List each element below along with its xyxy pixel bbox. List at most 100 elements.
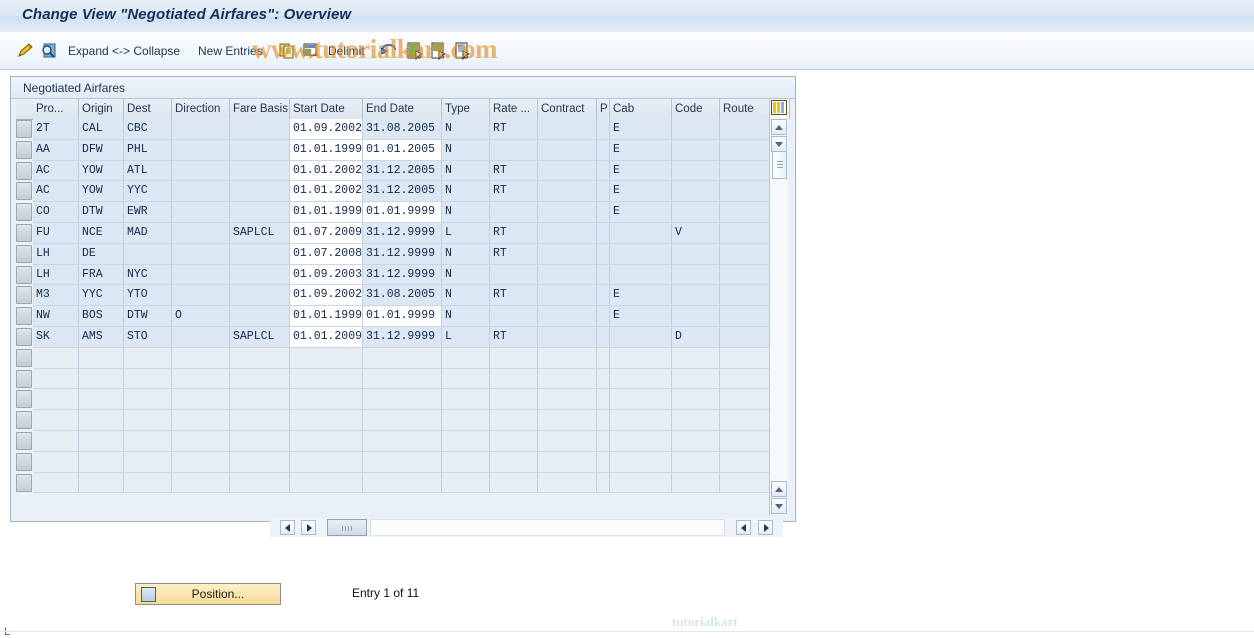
cell-empty[interactable]	[79, 389, 124, 411]
cell-empty[interactable]	[363, 347, 442, 369]
vertical-scroll-thumb[interactable]	[772, 151, 787, 179]
table-empty-row[interactable]	[16, 410, 788, 431]
cell-fare_basis[interactable]: SAPLCL	[230, 327, 290, 348]
cell-pro[interactable]: M3	[33, 285, 79, 307]
cell-start_date[interactable]: 01.01.2002	[290, 181, 363, 203]
cell-empty[interactable]	[290, 389, 363, 411]
scroll-up-button[interactable]	[771, 119, 787, 135]
cell-cab[interactable]: E	[610, 139, 672, 161]
column-header-pro[interactable]: Pro...	[33, 99, 79, 119]
cell-origin[interactable]: DFW	[79, 139, 124, 161]
cell-empty[interactable]	[672, 368, 720, 390]
cell-p[interactable]	[597, 285, 610, 307]
cell-empty[interactable]	[442, 368, 490, 390]
cell-empty[interactable]	[720, 472, 770, 494]
cell-empty[interactable]	[290, 347, 363, 369]
column-header-start_date[interactable]: Start Date	[290, 99, 363, 119]
hscroll-left-end-button[interactable]	[736, 520, 751, 535]
column-header-p[interactable]: P	[597, 99, 610, 119]
hscroll-right-end-button[interactable]	[758, 520, 773, 535]
cell-empty[interactable]	[290, 368, 363, 390]
table-row[interactable]: AC YOW YYC 01.01.2002 31.12.2005 N RT E	[16, 181, 788, 203]
undo-button[interactable]	[380, 32, 398, 69]
cell-empty[interactable]	[230, 410, 290, 431]
cell-direction[interactable]	[172, 243, 230, 265]
cell-empty[interactable]	[363, 431, 442, 452]
column-header-end_date[interactable]: End Date	[363, 99, 442, 119]
row-selector-button[interactable]	[16, 369, 32, 388]
cell-empty[interactable]	[672, 410, 720, 431]
cell-contract[interactable]	[538, 202, 597, 223]
cell-type[interactable]: N	[442, 202, 490, 223]
row-selector-button[interactable]	[16, 473, 32, 492]
cell-route[interactable]	[720, 243, 770, 265]
cell-empty[interactable]	[538, 472, 597, 494]
cell-fare_basis[interactable]	[230, 160, 290, 182]
cell-dest[interactable]	[124, 243, 172, 265]
cell-empty[interactable]	[442, 431, 490, 452]
deselect-all-button[interactable]	[454, 32, 472, 69]
cell-origin[interactable]: CAL	[79, 119, 124, 140]
cell-empty[interactable]	[490, 431, 538, 452]
cell-cab[interactable]: E	[610, 119, 672, 140]
cell-empty[interactable]	[672, 431, 720, 452]
cell-cab[interactable]: E	[610, 181, 672, 203]
column-header-direction[interactable]: Direction	[172, 99, 230, 119]
column-header-fare_basis[interactable]: Fare Basis	[230, 99, 290, 119]
cell-pro[interactable]: LH	[33, 243, 79, 265]
table-horizontal-scrollbar[interactable]	[270, 518, 783, 537]
cell-rate[interactable]	[490, 202, 538, 223]
cell-p[interactable]	[597, 181, 610, 203]
table-row[interactable]: NW BOS DTW O 01.01.1999 01.01.9999 N E	[16, 306, 788, 327]
cell-empty[interactable]	[79, 410, 124, 431]
cell-empty[interactable]	[538, 389, 597, 411]
cell-empty[interactable]	[597, 347, 610, 369]
cell-empty[interactable]	[172, 451, 230, 473]
cell-empty[interactable]	[79, 451, 124, 473]
row-selector-button[interactable]	[16, 182, 32, 201]
cell-pro[interactable]: NW	[33, 306, 79, 327]
cell-code[interactable]	[672, 264, 720, 286]
cell-type[interactable]: L	[442, 223, 490, 244]
cell-rate[interactable]	[490, 306, 538, 327]
cell-direction[interactable]	[172, 160, 230, 182]
table-row[interactable]: SK AMS STO SAPLCL 01.01.2009 31.12.9999 L RT D	[16, 327, 788, 348]
column-header-contract[interactable]: Contract	[538, 99, 597, 119]
cell-p[interactable]	[597, 160, 610, 182]
select-block-button[interactable]	[430, 32, 448, 69]
cell-end_date[interactable]: 01.01.9999	[363, 202, 442, 223]
table-row[interactable]: 2T CAL CBC 01.09.2002 31.08.2005 N RT E	[16, 119, 788, 140]
cell-empty[interactable]	[172, 347, 230, 369]
cell-cab[interactable]	[610, 223, 672, 244]
column-header-dest[interactable]: Dest	[124, 99, 172, 119]
check-entries-button[interactable]	[40, 32, 58, 69]
cell-end_date[interactable]: 31.12.2005	[363, 181, 442, 203]
cell-route[interactable]	[720, 327, 770, 348]
cell-empty[interactable]	[172, 389, 230, 411]
cell-empty[interactable]	[124, 389, 172, 411]
cell-start_date[interactable]: 01.01.1999	[290, 139, 363, 161]
cell-fare_basis[interactable]: SAPLCL	[230, 223, 290, 244]
cell-start_date[interactable]: 01.07.2009	[290, 223, 363, 244]
cell-empty[interactable]	[230, 472, 290, 494]
cell-contract[interactable]	[538, 327, 597, 348]
cell-empty[interactable]	[597, 451, 610, 473]
column-header-route[interactable]: Route	[720, 99, 770, 119]
table-empty-row[interactable]	[16, 472, 788, 494]
cell-code[interactable]	[672, 202, 720, 223]
row-selector-button[interactable]	[16, 452, 32, 471]
cell-end_date[interactable]: 31.12.2005	[363, 160, 442, 182]
cell-empty[interactable]	[538, 451, 597, 473]
cell-origin[interactable]: NCE	[79, 223, 124, 244]
cell-empty[interactable]	[672, 451, 720, 473]
cell-empty[interactable]	[172, 431, 230, 452]
cell-empty[interactable]	[442, 451, 490, 473]
row-selector-button[interactable]	[16, 432, 32, 450]
cell-dest[interactable]: NYC	[124, 264, 172, 286]
scroll-page-down-button[interactable]	[771, 498, 787, 514]
cell-empty[interactable]	[720, 347, 770, 369]
cell-empty[interactable]	[290, 410, 363, 431]
cell-origin[interactable]: YOW	[79, 181, 124, 203]
cell-empty[interactable]	[490, 368, 538, 390]
cell-empty[interactable]	[230, 368, 290, 390]
